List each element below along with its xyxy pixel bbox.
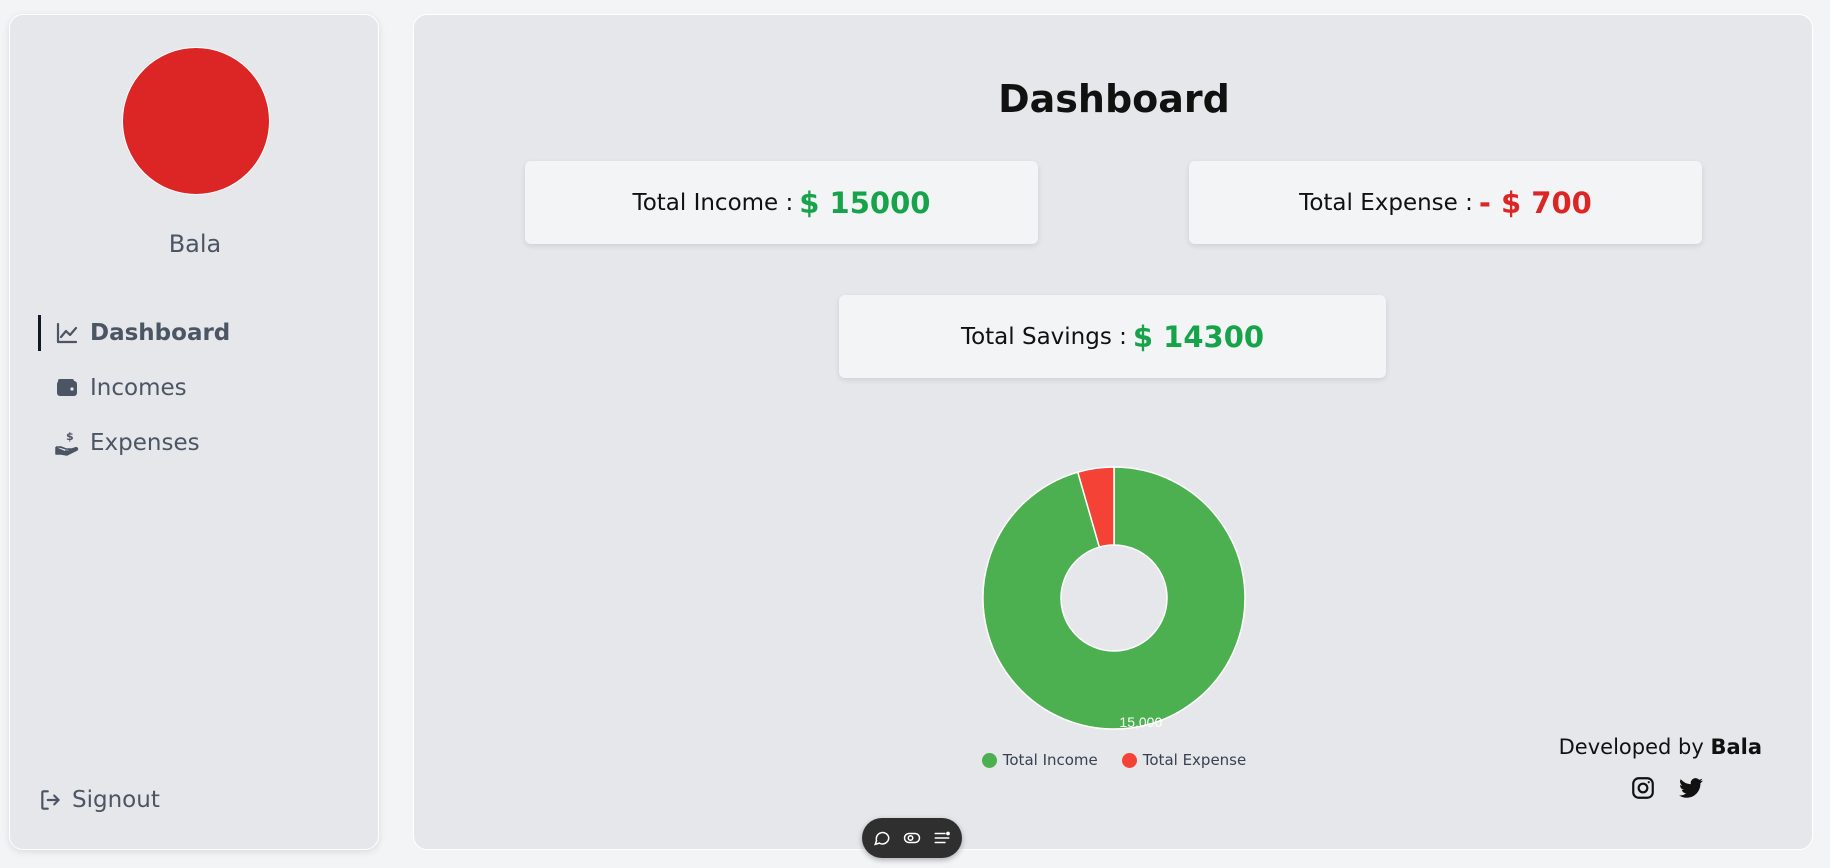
donut-data-label: 15,000 [1119,714,1162,730]
page-title: Dashboard [998,77,1230,121]
svg-text:$: $ [66,430,74,443]
avatar[interactable] [122,47,270,195]
chart-line-icon [54,320,80,346]
legend-label: Total Expense [1142,751,1247,769]
signout-label: Signout [72,787,160,813]
legend-item-total-expense[interactable]: Total Expense [1121,751,1247,769]
donut-chart-svg: 15,000 [982,466,1246,730]
signout-button[interactable]: Signout [38,787,160,813]
donut-chart: 15,000 Total Income Total Expense [954,455,1274,785]
legend-swatch [1121,752,1137,768]
sidebar-item-label: Dashboard [90,320,231,346]
total-savings-label: Total Savings : [960,323,1127,350]
credit-prefix: Developed by [1558,735,1704,759]
total-savings-card: Total Savings : $ 14300 [839,295,1386,378]
total-expense-card: Total Expense : - $ 700 [1189,161,1702,244]
total-income-label: Total Income : [632,189,794,216]
sidebar-item-label: Expenses [90,430,200,456]
developer-credit: Developed by Bala [1559,735,1762,759]
toggle-icon[interactable] [903,829,921,847]
social-links [1630,775,1704,801]
instagram-icon[interactable] [1630,775,1656,801]
menu-list-icon[interactable] [933,829,951,847]
total-savings-value: $ 14300 [1132,319,1265,354]
total-income-value: $ 15000 [799,185,931,220]
legend-label: Total Income [1002,751,1098,769]
hand-dollar-icon: $ [54,430,80,456]
comment-icon[interactable] [873,829,891,847]
chart-legend: Total Income Total Expense [954,751,1274,769]
sign-out-icon [38,787,64,813]
sidebar-item-incomes[interactable]: Incomes [38,366,358,410]
wallet-icon [54,375,80,401]
sidebar-nav: Dashboard Incomes $ Expenses [38,311,358,476]
sidebar-item-expenses[interactable]: $ Expenses [38,421,358,465]
total-income-card: Total Income : $ 15000 [525,161,1038,244]
sidebar: Bala Dashboard Incomes $ Expenses Signou… [9,14,379,850]
sidebar-item-dashboard[interactable]: Dashboard [38,311,358,355]
main-panel: Dashboard Total Income : $ 15000 Total E… [413,14,1813,850]
twitter-icon[interactable] [1678,775,1704,801]
total-expense-label: Total Expense : [1299,189,1473,216]
user-name: Bala [168,230,222,258]
legend-swatch [981,752,997,768]
sidebar-item-label: Incomes [90,375,187,401]
total-expense-value: - $ 700 [1478,185,1592,220]
credit-name: Bala [1710,735,1762,759]
legend-item-total-income[interactable]: Total Income [981,751,1098,769]
floating-toolbar [862,818,962,858]
